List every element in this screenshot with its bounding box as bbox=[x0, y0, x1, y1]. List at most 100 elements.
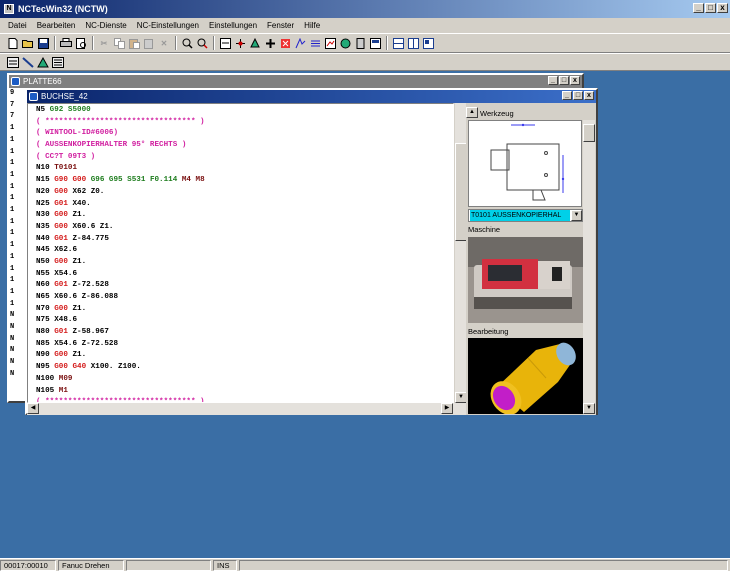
code-token: M4 M8 bbox=[181, 176, 205, 185]
minimize-button[interactable]: _ bbox=[693, 3, 704, 13]
code-line[interactable]: N10 T0101 bbox=[36, 163, 453, 175]
nc-tool-8-icon[interactable] bbox=[323, 37, 337, 50]
main-program-icon[interactable] bbox=[6, 56, 20, 69]
platte66-close-button[interactable]: x bbox=[570, 76, 580, 85]
code-line[interactable]: N100 M09 bbox=[36, 374, 453, 386]
code-line[interactable]: N5 G92 S5000 bbox=[36, 105, 453, 117]
code-line[interactable]: N30 G00 Z1. bbox=[36, 210, 453, 222]
code-token: N75 X48.6 bbox=[36, 316, 78, 325]
tool-path-icon[interactable] bbox=[21, 56, 35, 69]
code-token: N70 bbox=[36, 304, 55, 313]
panel-scroll-thumb[interactable] bbox=[583, 124, 595, 142]
document-icon bbox=[11, 77, 20, 86]
code-line[interactable]: N65 X60.6 Z-86.088 bbox=[36, 292, 453, 304]
find-icon[interactable] bbox=[180, 37, 194, 50]
code-line[interactable]: N90 G00 Z1. bbox=[36, 350, 453, 362]
code-line[interactable]: N75 X48.6 bbox=[36, 315, 453, 327]
nc-tool-11-icon[interactable] bbox=[368, 37, 382, 50]
panel-scroll-down-button[interactable]: ▼ bbox=[583, 403, 595, 414]
nc-tool-6-icon[interactable] bbox=[293, 37, 307, 50]
menu-bearbeiten[interactable]: Bearbeiten bbox=[32, 21, 81, 30]
code-line[interactable]: ( AUSSENKOPIERHALTER 95° RECHTS ) bbox=[36, 140, 453, 152]
app-icon[interactable]: N bbox=[4, 4, 14, 14]
code-line[interactable]: N105 M1 bbox=[36, 386, 453, 398]
chevron-down-icon[interactable]: ▼ bbox=[571, 210, 582, 221]
menu-einstellungen[interactable]: Einstellungen bbox=[204, 21, 262, 30]
buchse42-minimize-button[interactable]: _ bbox=[562, 91, 572, 100]
buchse42-maximize-button[interactable]: □ bbox=[573, 91, 583, 100]
code-line[interactable]: N80 G01 Z-58.967 bbox=[36, 327, 453, 339]
split-v-icon[interactable] bbox=[406, 37, 420, 50]
cut-icon[interactable]: ✂ bbox=[97, 37, 111, 50]
editor-scroll-left-button[interactable]: ◀ bbox=[27, 403, 39, 414]
code-token: Z1. bbox=[72, 304, 87, 313]
paste-icon[interactable] bbox=[127, 37, 141, 50]
panel-scroll-up-button[interactable]: ▲ bbox=[466, 107, 478, 118]
code-token: Z-58.967 bbox=[72, 328, 109, 337]
nc-code-editor[interactable]: N5 G92 S5000( **************************… bbox=[27, 103, 454, 403]
menu-nc-dienste[interactable]: NC-Dienste bbox=[80, 21, 131, 30]
copy-icon[interactable] bbox=[112, 37, 126, 50]
code-line[interactable]: N40 G01 Z-84.775 bbox=[36, 234, 453, 246]
open-folder-icon[interactable] bbox=[21, 37, 35, 50]
tool-drawing bbox=[468, 120, 582, 207]
code-line[interactable]: N20 G00 X62 Z0. bbox=[36, 187, 453, 199]
nc-tool-1-icon[interactable] bbox=[218, 37, 232, 50]
code-line[interactable]: N25 G01 X40. bbox=[36, 199, 453, 211]
code-line[interactable]: ( ********************************* ) bbox=[36, 117, 453, 129]
platte66-minimize-button[interactable]: _ bbox=[548, 76, 558, 85]
code-line[interactable]: N35 G00 X60.6 Z1. bbox=[36, 222, 453, 234]
code-line[interactable]: N95 G00 G40 X100. Z100. bbox=[36, 362, 453, 374]
nc-tool-9-icon[interactable] bbox=[338, 37, 352, 50]
print-icon[interactable] bbox=[59, 37, 73, 50]
menu-hilfe[interactable]: Hilfe bbox=[299, 21, 325, 30]
platte66-title-bar[interactable]: PLATTE66 _ □ x bbox=[9, 75, 582, 88]
editor-horizontal-scrollbar[interactable]: ◀ ▶ bbox=[27, 403, 466, 415]
tile-icon[interactable] bbox=[421, 37, 435, 50]
menu-datei[interactable]: Datei bbox=[3, 21, 32, 30]
side-panel: ▲ Werkzeug ▼ T0101 AUSSENKOPIERHAL ▼ Mas… bbox=[466, 103, 596, 415]
code-line[interactable]: ( CC?T 09T3 ) bbox=[36, 152, 453, 164]
platte66-maximize-button[interactable]: □ bbox=[559, 76, 569, 85]
code-line[interactable]: ( WINTOOL-ID#6006) bbox=[36, 128, 453, 140]
close-button[interactable]: x bbox=[717, 3, 728, 13]
code-line[interactable]: N15 G90 G00 G96 G95 S531 F0.114 M4 M8 bbox=[36, 175, 453, 187]
nc-tool-5-icon[interactable] bbox=[278, 37, 292, 50]
buchse42-close-button[interactable]: x bbox=[584, 91, 594, 100]
delete-icon[interactable]: ✕ bbox=[157, 37, 171, 50]
nc-tool-7-icon[interactable] bbox=[308, 37, 322, 50]
tool-select-value: T0101 AUSSENKOPIERHAL bbox=[470, 210, 570, 221]
find-replace-icon[interactable] bbox=[195, 37, 209, 50]
nc-tool-4-icon[interactable] bbox=[263, 37, 277, 50]
code-token: N100 bbox=[36, 374, 59, 383]
code-token: N25 bbox=[36, 199, 55, 208]
tool-select[interactable]: T0101 AUSSENKOPIERHAL ▼ bbox=[468, 209, 583, 222]
print-preview-icon[interactable] bbox=[74, 37, 88, 50]
code-line[interactable]: N50 G00 Z1. bbox=[36, 257, 453, 269]
new-file-icon[interactable] bbox=[6, 37, 20, 50]
nc-tool-10-icon[interactable] bbox=[353, 37, 367, 50]
code-token: M09 bbox=[58, 374, 73, 383]
split-h-icon[interactable] bbox=[391, 37, 405, 50]
toolbar-separator bbox=[54, 36, 56, 50]
code-line[interactable]: N45 X62.6 bbox=[36, 245, 453, 257]
editor-vertical-scrollbar[interactable]: ▼ bbox=[454, 103, 467, 403]
menu-fenster[interactable]: Fenster bbox=[262, 21, 299, 30]
maximize-button[interactable]: □ bbox=[705, 3, 716, 13]
buchse42-title-bar[interactable]: BUCHSE_42 _ □ x bbox=[27, 90, 596, 103]
simulation-icon[interactable] bbox=[36, 56, 50, 69]
workpiece-3d-render bbox=[490, 342, 576, 414]
nc-tool-3-icon[interactable] bbox=[248, 37, 262, 50]
code-line[interactable]: N55 X54.6 bbox=[36, 269, 453, 281]
save-icon[interactable] bbox=[36, 37, 50, 50]
haupt-program-icon[interactable] bbox=[51, 56, 65, 69]
menu-nc-einstellungen[interactable]: NC-Einstellungen bbox=[132, 21, 204, 30]
editor-scroll-right-button[interactable]: ▶ bbox=[441, 403, 453, 414]
code-line[interactable]: N70 G00 Z1. bbox=[36, 304, 453, 316]
code-line[interactable]: N60 G01 Z-72.528 bbox=[36, 280, 453, 292]
toolbar-separator bbox=[92, 36, 94, 50]
code-line[interactable]: N85 X54.6 Z-72.528 bbox=[36, 339, 453, 351]
panel-vertical-scrollbar[interactable]: ▼ bbox=[583, 120, 595, 415]
nc-tool-2-icon[interactable] bbox=[233, 37, 247, 50]
paste-special-icon[interactable] bbox=[142, 37, 156, 50]
